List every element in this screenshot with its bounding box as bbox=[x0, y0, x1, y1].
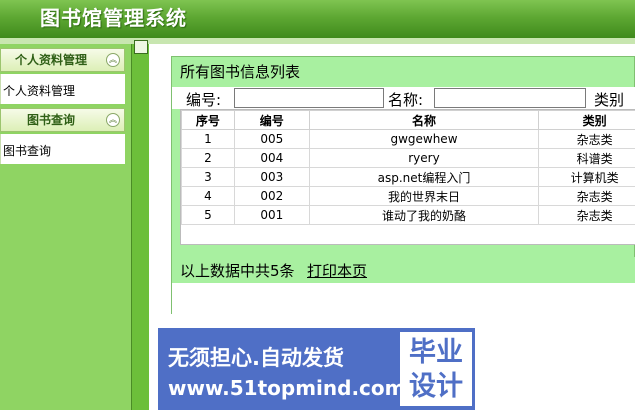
banner-url: www.51topmind.com bbox=[168, 376, 406, 400]
table-footer: 以上数据中共5条 打印本页 bbox=[172, 257, 635, 283]
table-header-row: 序号 编号 名称 类别 bbox=[181, 110, 635, 130]
cell-number: 005 bbox=[233, 129, 310, 149]
sidebar-item-profile[interactable]: 个人资料管理 bbox=[3, 82, 75, 99]
cell-name: asp.net编程入门 bbox=[308, 167, 540, 187]
name-label: 名称: bbox=[388, 91, 424, 109]
app-title: 图书馆管理系统 bbox=[40, 6, 187, 30]
cell-name: 我的世界末日 bbox=[308, 186, 540, 206]
cell-name: 谁动了我的奶酪 bbox=[308, 205, 540, 225]
cell-number: 003 bbox=[233, 167, 310, 187]
app-header: 图书馆管理系统 bbox=[0, 0, 635, 38]
cell-number: 002 bbox=[233, 186, 310, 206]
collapse-icon[interactable]: ︽ bbox=[106, 113, 120, 127]
badge-text-top: 毕业 bbox=[409, 337, 463, 368]
badge-text-bottom: 设计 bbox=[409, 371, 463, 402]
cell-index: 4 bbox=[181, 186, 235, 206]
column-header: 编号 bbox=[233, 110, 310, 130]
sidebar-section-label: 个人资料管理 bbox=[14, 53, 87, 67]
sidebar-splitter[interactable] bbox=[131, 44, 149, 410]
cell-category: 科谱类 bbox=[538, 148, 635, 168]
cell-name: gwgewhew bbox=[308, 129, 540, 149]
sidebar-item-book-query[interactable]: 图书查询 bbox=[3, 142, 51, 159]
category-label: 类别 bbox=[594, 91, 625, 109]
cell-category: 杂志类 bbox=[538, 186, 635, 206]
cell-number: 004 bbox=[233, 148, 310, 168]
cell-index: 3 bbox=[181, 167, 235, 187]
column-header: 序号 bbox=[181, 110, 235, 130]
cell-category: 计算机类 bbox=[538, 167, 635, 187]
book-table-container: 序号 编号 名称 类别 1 005 gwgewhew 杂志类 2 004 rye… bbox=[180, 109, 635, 245]
column-header: 名称 bbox=[308, 110, 540, 130]
sidebar-section-book-query[interactable]: 图书查询 ︽ bbox=[0, 108, 125, 132]
cell-category: 杂志类 bbox=[538, 205, 635, 225]
number-input[interactable] bbox=[234, 88, 384, 108]
cell-number: 001 bbox=[233, 205, 310, 225]
search-row: 编号: 名称: 类别 bbox=[172, 87, 635, 109]
sidebar-section-label: 图书查询 bbox=[26, 113, 75, 127]
name-input[interactable] bbox=[434, 88, 586, 108]
cell-name: ryery bbox=[308, 148, 540, 168]
sidebar-section-profile[interactable]: 个人资料管理 ︽ bbox=[0, 48, 125, 72]
sidebar: 个人资料管理 ︽ 个人资料管理 图书查询 ︽ 图书查询 bbox=[0, 44, 133, 410]
column-header: 类别 bbox=[538, 110, 635, 130]
banner-slogan: 无须担心.自动发货 bbox=[168, 346, 344, 370]
table-row[interactable]: 5 001 谁动了我的奶酪 杂志类 bbox=[181, 205, 635, 225]
cell-index: 2 bbox=[181, 148, 235, 168]
collapse-icon[interactable]: ︽ bbox=[106, 53, 120, 67]
book-table: 序号 编号 名称 类别 1 005 gwgewhew 杂志类 2 004 rye… bbox=[181, 110, 635, 225]
cell-index: 1 bbox=[181, 129, 235, 149]
table-row[interactable]: 1 005 gwgewhew 杂志类 bbox=[181, 129, 635, 149]
panel-title: 所有图书信息列表 bbox=[180, 63, 301, 81]
toggle-sidebar-button[interactable] bbox=[134, 40, 148, 54]
cell-index: 5 bbox=[181, 205, 235, 225]
book-list-panel: 所有图书信息列表 编号: 名称: 类别 序号 编号 名称 类别 1 005 gw… bbox=[171, 56, 635, 314]
table-row[interactable]: 3 003 asp.net编程入门 计算机类 bbox=[181, 167, 635, 187]
number-label: 编号: bbox=[186, 91, 222, 109]
table-row[interactable]: 2 004 ryery 科谱类 bbox=[181, 148, 635, 168]
record-count: 以上数据中共5条 bbox=[180, 262, 295, 280]
print-page-link[interactable]: 打印本页 bbox=[307, 260, 367, 281]
panel-bottom-area bbox=[172, 283, 635, 314]
sidebar-section-body: 个人资料管理 bbox=[0, 74, 125, 104]
table-row[interactable]: 4 002 我的世界末日 杂志类 bbox=[181, 186, 635, 206]
sidebar-section-body: 图书查询 bbox=[0, 134, 125, 164]
banner-badge: 毕业 设计 bbox=[400, 332, 472, 406]
watermark-banner: 无须担心.自动发货 www.51topmind.com 毕业 设计 bbox=[158, 328, 475, 410]
cell-category: 杂志类 bbox=[538, 129, 635, 149]
